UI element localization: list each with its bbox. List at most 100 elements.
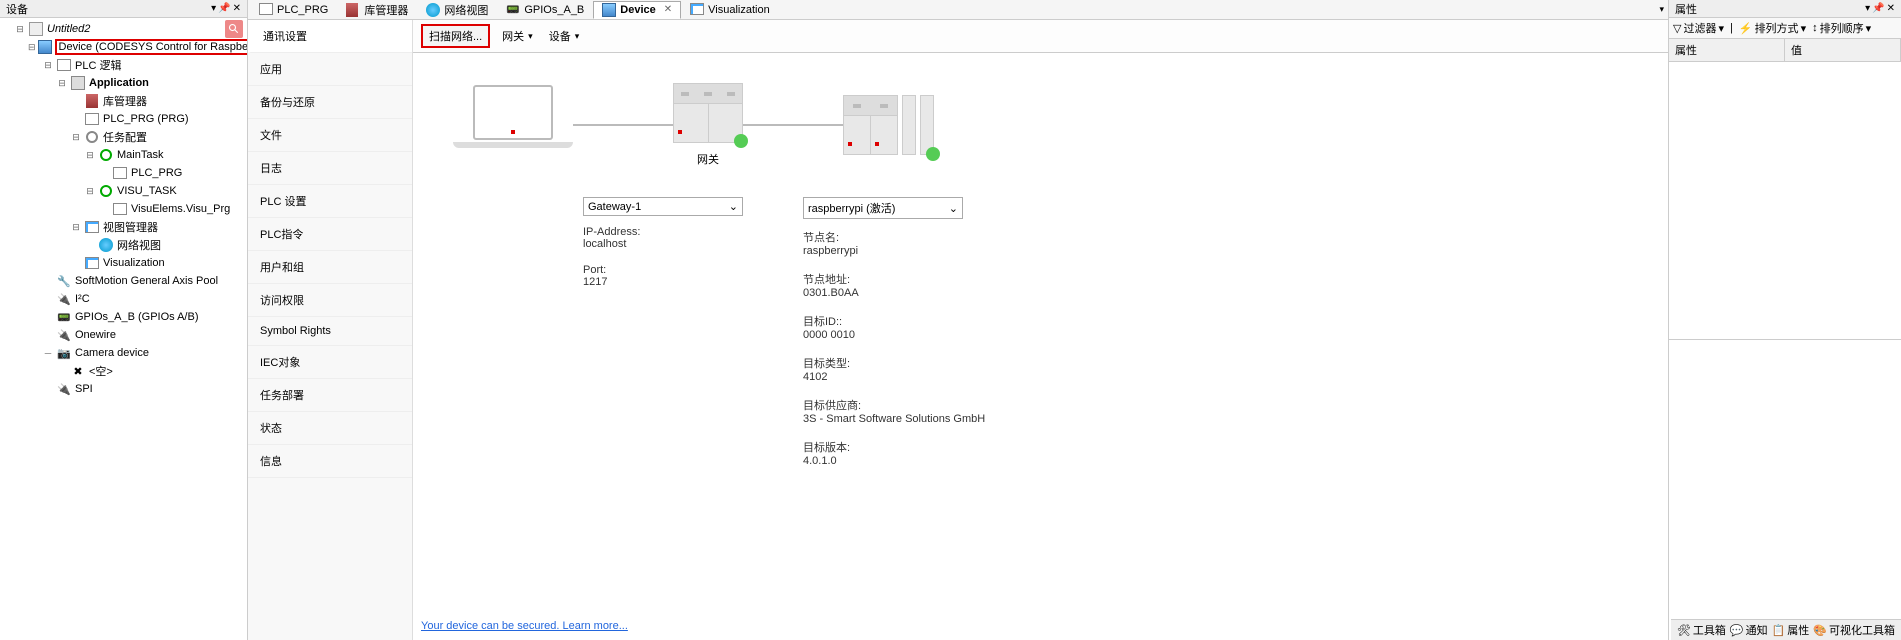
node-name-value: raspberrypi	[803, 245, 985, 257]
sidebar-backup[interactable]: 备份与还原	[248, 86, 412, 119]
sidebar-users[interactable]: 用户和组	[248, 251, 412, 284]
sort-button[interactable]: ⚡ 排列方式 ▾	[1739, 20, 1806, 36]
sidebar-application[interactable]: 应用	[248, 53, 412, 86]
secure-device-link[interactable]: Your device can be secured. Learn more..…	[421, 620, 628, 632]
sidebar-info[interactable]: 信息	[248, 445, 412, 478]
tree-softmotion[interactable]: 🔧SoftMotion General Axis Pool	[0, 272, 247, 290]
tree-onewire[interactable]: 🔌Onewire	[0, 326, 247, 344]
tree-visu-task[interactable]: ⊟VISU_TASK	[0, 182, 247, 200]
toolbox-button[interactable]: 🛠 工具箱	[1677, 622, 1726, 638]
close-icon[interactable]: ✕	[233, 3, 241, 14]
sidebar-iec-objects[interactable]: IEC对象	[248, 346, 412, 379]
i2c-icon: 🔌	[56, 291, 72, 307]
gateway-dropdown[interactable]: 网关	[498, 26, 537, 46]
tree-main-task[interactable]: ⊟MainTask	[0, 146, 247, 164]
device-tree[interactable]: ⊟Untitled2 ⊟Device (CODESYS Control for …	[0, 18, 247, 640]
tab-lib-manager[interactable]: 库管理器	[337, 1, 417, 19]
collapse-icon[interactable]: ⊟	[42, 59, 54, 71]
tree-plc-prg[interactable]: PLC_PRG (PRG)	[0, 110, 247, 128]
tree-spi[interactable]: 🔌SPI	[0, 380, 247, 398]
tree-plc-prg-task[interactable]: PLC_PRG	[0, 164, 247, 182]
pin-icon[interactable]: 📌	[218, 3, 230, 14]
prg-icon	[112, 165, 128, 181]
dropdown-icon[interactable]: ▾	[211, 3, 216, 14]
collapse-icon[interactable]: ⊟	[84, 149, 96, 161]
tab-net-view[interactable]: 网络视图	[417, 1, 497, 19]
notify-button[interactable]: 💬 通知	[1730, 622, 1768, 638]
tree-lib-manager[interactable]: 库管理器	[0, 92, 247, 110]
version-value: 4.0.1.0	[803, 455, 985, 467]
expand-icon[interactable]: －	[42, 347, 54, 359]
properties-panel-title: 属性	[1675, 1, 1697, 17]
tree-plc-logic[interactable]: ⊟PLC 逻辑	[0, 56, 247, 74]
close-icon[interactable]: ✕	[1887, 3, 1895, 14]
tree-empty[interactable]: ✖<空>	[0, 362, 247, 380]
tree-search-button[interactable]	[225, 20, 243, 38]
pin-icon[interactable]: 📌	[1872, 3, 1884, 14]
tree-visu-elems[interactable]: VisuElems.Visu_Prg	[0, 200, 247, 218]
col-value[interactable]: 值	[1785, 39, 1901, 61]
sidebar-files[interactable]: 文件	[248, 119, 412, 152]
sidebar-comm-settings[interactable]: 通讯设置	[248, 20, 412, 53]
sidebar-access[interactable]: 访问权限	[248, 284, 412, 317]
order-button[interactable]: ↕ 排列顺序 ▾	[1812, 20, 1871, 36]
tree-camera[interactable]: －📷Camera device	[0, 344, 247, 362]
tab-visualization[interactable]: Visualization	[681, 1, 779, 19]
tab-device[interactable]: Device✕	[593, 1, 681, 19]
node-addr-label: 节点地址:	[803, 271, 985, 287]
devices-panel: 设备 ▾ 📌 ✕ ⊟Untitled2 ⊟Device (CODESYS Con…	[0, 0, 248, 640]
tab-overflow-button[interactable]: ▾	[1659, 4, 1664, 15]
empty-icon: ✖	[70, 363, 86, 379]
tree-task-config[interactable]: ⊟任务配置	[0, 128, 247, 146]
tree-application[interactable]: ⊟Application	[0, 74, 247, 92]
node-name-label: 节点名:	[803, 229, 985, 245]
properties-panel-header: 属性 ▾ 📌 ✕	[1669, 0, 1901, 18]
gpio-icon: 📟	[506, 3, 520, 17]
book-icon	[346, 3, 360, 17]
visu-icon	[690, 3, 704, 17]
target-id-value: 0000 0010	[803, 329, 985, 341]
dropdown-icon[interactable]: ▾	[1865, 3, 1870, 14]
scan-network-button[interactable]: 扫描网络...	[421, 24, 490, 48]
tree-visualization[interactable]: Visualization	[0, 254, 247, 272]
col-property[interactable]: 属性	[1669, 39, 1785, 61]
gateway-combo[interactable]: Gateway-1	[583, 197, 743, 216]
port-value: 1217	[583, 276, 743, 288]
filter-button[interactable]: ▽ 过滤器 ▾	[1673, 20, 1724, 36]
collapse-icon[interactable]: ⊟	[28, 41, 36, 53]
vendor-label: 目标供应商:	[803, 397, 985, 413]
visu-toolbox-button[interactable]: 🎨 可视化工具箱	[1813, 622, 1895, 638]
tree-project[interactable]: ⊟Untitled2	[0, 20, 247, 38]
collapse-icon[interactable]: ⊟	[70, 221, 82, 233]
collapse-icon[interactable]: ⊟	[14, 23, 26, 35]
tree-gpios[interactable]: 📟GPIOs_A_B (GPIOs A/B)	[0, 308, 247, 326]
tree-net-view[interactable]: 网络视图	[0, 236, 247, 254]
collapse-icon[interactable]: ⊟	[84, 185, 96, 197]
tab-close-icon[interactable]: ✕	[664, 4, 672, 15]
book-icon	[84, 93, 100, 109]
device-combo[interactable]: raspberrypi (激活)	[803, 197, 963, 219]
vendor-value: 3S - Smart Software Solutions GmbH	[803, 413, 985, 425]
target-type-label: 目标类型:	[803, 355, 985, 371]
tab-gpios[interactable]: 📟GPIOs_A_B	[497, 1, 593, 19]
status-online-icon	[734, 134, 748, 148]
sidebar-symbol-rights[interactable]: Symbol Rights	[248, 317, 412, 346]
sidebar-task-deploy[interactable]: 任务部署	[248, 379, 412, 412]
tab-plc-prg[interactable]: PLC_PRG	[250, 1, 337, 19]
sidebar-plc-cmd[interactable]: PLC指令	[248, 218, 412, 251]
properties-filter-bar: ▽ 过滤器 ▾ | ⚡ 排列方式 ▾ ↕ 排列顺序 ▾	[1669, 18, 1901, 39]
comm-settings-content: 扫描网络... 网关 设备	[413, 20, 1668, 640]
tree-visu-manager[interactable]: ⊟视图管理器	[0, 218, 247, 236]
camera-icon: 📷	[56, 345, 72, 361]
collapse-icon[interactable]: ⊟	[70, 131, 82, 143]
tree-i2c[interactable]: 🔌I²C	[0, 290, 247, 308]
sidebar-plc-settings[interactable]: PLC 设置	[248, 185, 412, 218]
tree-device[interactable]: ⊟Device (CODESYS Control for Raspberry P…	[0, 38, 247, 56]
app-icon	[70, 75, 86, 91]
properties-table: 属性 值	[1669, 39, 1901, 340]
props-button[interactable]: 📋 属性	[1772, 622, 1810, 638]
device-dropdown[interactable]: 设备	[545, 26, 584, 46]
sidebar-status[interactable]: 状态	[248, 412, 412, 445]
sidebar-log[interactable]: 日志	[248, 152, 412, 185]
collapse-icon[interactable]: ⊟	[56, 77, 68, 89]
